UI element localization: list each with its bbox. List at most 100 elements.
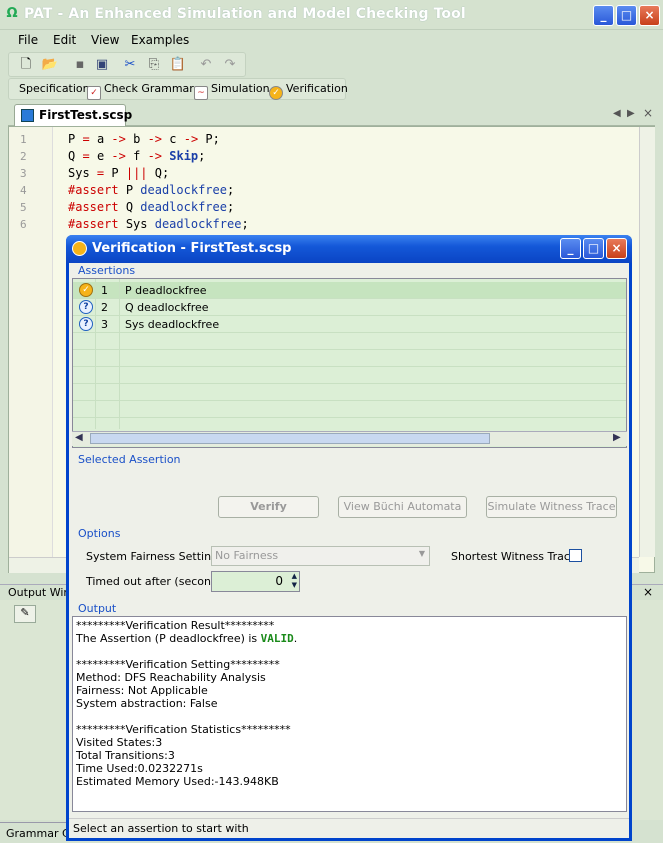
output-line: Visited States:3: [76, 736, 163, 749]
simulation-icon: ~: [194, 86, 208, 100]
line-number: 4: [20, 184, 27, 197]
copy-icon[interactable]: ⎘: [145, 56, 163, 74]
file-icon: [21, 109, 34, 122]
dialog-minimize-button[interactable]: _: [560, 238, 581, 259]
cut-icon[interactable]: ✂: [121, 56, 139, 74]
menu-view[interactable]: View: [91, 33, 119, 47]
grammar-check-tab[interactable]: Grammar Ch: [0, 822, 70, 843]
assertions-list[interactable]: ✓ 1 P deadlockfree ? 2 Q deadlockfree ? …: [72, 278, 627, 448]
save-icon[interactable]: ▪: [71, 56, 89, 74]
result-line: The Assertion (P deadlockfree) is VALID.: [76, 632, 623, 645]
question-icon: ?: [79, 300, 93, 314]
assertion-text: Q deadlockfree: [125, 301, 209, 314]
code-line: #assert Sys deadlockfree;: [68, 217, 249, 231]
minimize-button[interactable]: _: [593, 5, 614, 26]
assertion-row[interactable]: ✓ 1 P deadlockfree: [73, 282, 626, 299]
assertion-text: P deadlockfree: [125, 284, 207, 297]
output-line: Total Transitions:3: [76, 749, 175, 762]
assertion-number: 1: [101, 284, 108, 297]
save-all-icon[interactable]: ▣: [93, 56, 111, 74]
output-line: System abstraction: False: [76, 697, 218, 710]
stepper-arrows-icon[interactable]: ▲ ▼: [292, 572, 297, 590]
open-folder-icon[interactable]: 📂: [41, 56, 59, 74]
view-buchi-button[interactable]: View Büchi Automata: [338, 496, 467, 518]
new-file-icon[interactable]: 🗋: [17, 56, 35, 74]
output-line: *********Verification Result*********: [76, 619, 275, 632]
tab-close-icon[interactable]: ×: [643, 106, 653, 120]
line-number: 3: [20, 167, 27, 180]
simulation-label: Simulation: [211, 82, 270, 95]
assertion-number: 3: [101, 318, 108, 331]
verification-label: Verification: [286, 82, 348, 95]
code-line: P = a -> b -> c -> P;: [68, 132, 220, 146]
tab-firsttest[interactable]: FirstTest.scsp: [14, 104, 132, 126]
menu-examples[interactable]: Examples: [131, 33, 189, 47]
fairness-select[interactable]: No Fairness ▼: [211, 546, 430, 566]
verification-output: *********Verification Result********* Th…: [72, 616, 627, 812]
standard-toolbar: 🗋 📂 ▪ ▣ ✂ ⎘ 📋 ↶ ↷: [8, 52, 246, 77]
check-grammar-button[interactable]: ✓ Check Grammar: [87, 82, 194, 100]
editor-vertical-scrollbar[interactable]: [639, 127, 655, 557]
code-line: Sys = P ||| Q;: [68, 166, 170, 180]
simulate-witness-button[interactable]: Simulate Witness Trace: [486, 496, 617, 518]
shortest-witness-checkbox[interactable]: [569, 549, 582, 562]
specification-button[interactable]: Specification: [19, 82, 90, 95]
line-number: 1: [20, 133, 27, 146]
chevron-down-icon: ▼: [418, 549, 425, 558]
scroll-left-icon[interactable]: ◀: [75, 432, 83, 443]
assertions-group-label: Assertions: [78, 264, 136, 277]
dialog-maximize-button[interactable]: □: [583, 238, 604, 259]
output-line: Fairness: Not Applicable: [76, 684, 208, 697]
simulation-button[interactable]: ~ Simulation: [194, 82, 270, 100]
line-number: 6: [20, 218, 27, 231]
verify-button[interactable]: Verify: [218, 496, 319, 518]
shortest-witness-label: Shortest Witness Trace: [451, 550, 577, 563]
dialog-close-button[interactable]: ×: [606, 238, 627, 259]
output-line: Time Used:0.0232271s: [76, 762, 203, 775]
menu-edit[interactable]: Edit: [53, 33, 76, 47]
scroll-thumb[interactable]: [90, 433, 490, 444]
paste-icon[interactable]: 📋: [169, 56, 187, 74]
window-titlebar: Ω PAT - An Enhanced Simulation and Model…: [0, 0, 663, 30]
dialog-status-bar: Select an assertion to start with: [69, 818, 629, 838]
tab-next-icon[interactable]: ▶: [627, 108, 635, 119]
timeout-label: Timed out after (seconds): [86, 575, 228, 588]
undo-icon[interactable]: ↶: [197, 56, 215, 74]
verification-button[interactable]: ✓ Verification: [269, 82, 348, 100]
check-grammar-label: Check Grammar: [104, 82, 194, 95]
code-line: #assert P deadlockfree;: [68, 183, 235, 197]
code-line: #assert Q deadlockfree;: [68, 200, 235, 214]
close-button[interactable]: ×: [639, 5, 660, 26]
assertion-row[interactable]: ? 3 Sys deadlockfree: [73, 316, 626, 333]
result-prefix: The Assertion (P deadlockfree) is: [76, 632, 261, 645]
tab-prev-icon[interactable]: ◀: [613, 108, 621, 119]
output-close-icon[interactable]: ×: [643, 585, 653, 599]
clear-output-icon[interactable]: ✎: [14, 605, 36, 623]
output-group-label: Output: [78, 602, 117, 615]
result-suffix: .: [293, 632, 298, 645]
scroll-right-icon[interactable]: ▶: [613, 432, 621, 443]
app-icon: Ω: [6, 6, 18, 21]
timeout-stepper[interactable]: 0 ▲ ▼: [211, 571, 300, 592]
selected-assertion-label: Selected Assertion: [78, 453, 181, 466]
verification-dialog-icon: [72, 241, 87, 256]
valid-check-icon: ✓: [79, 283, 93, 297]
tab-label: FirstTest.scsp: [39, 108, 133, 122]
menu-file[interactable]: File: [18, 33, 38, 47]
assertion-row[interactable]: ? 2 Q deadlockfree: [73, 299, 626, 316]
fairness-label: System Fairness Setting: [86, 550, 219, 563]
result-verdict: VALID: [260, 632, 294, 645]
line-gutter: [9, 127, 53, 572]
fairness-value: No Fairness: [215, 549, 279, 562]
assertion-number: 2: [101, 301, 108, 314]
output-line: Method: DFS Reachability Analysis: [76, 671, 266, 684]
redo-icon[interactable]: ↷: [221, 56, 239, 74]
output-line: *********Verification Setting*********: [76, 658, 280, 671]
line-number: 5: [20, 201, 27, 214]
check-grammar-icon: ✓: [87, 86, 101, 100]
assertions-horizontal-scrollbar[interactable]: ◀ ▶: [72, 431, 627, 446]
maximize-button[interactable]: □: [616, 5, 637, 26]
output-line: *********Verification Statistics********…: [76, 723, 291, 736]
assertion-text: Sys deadlockfree: [125, 318, 220, 331]
